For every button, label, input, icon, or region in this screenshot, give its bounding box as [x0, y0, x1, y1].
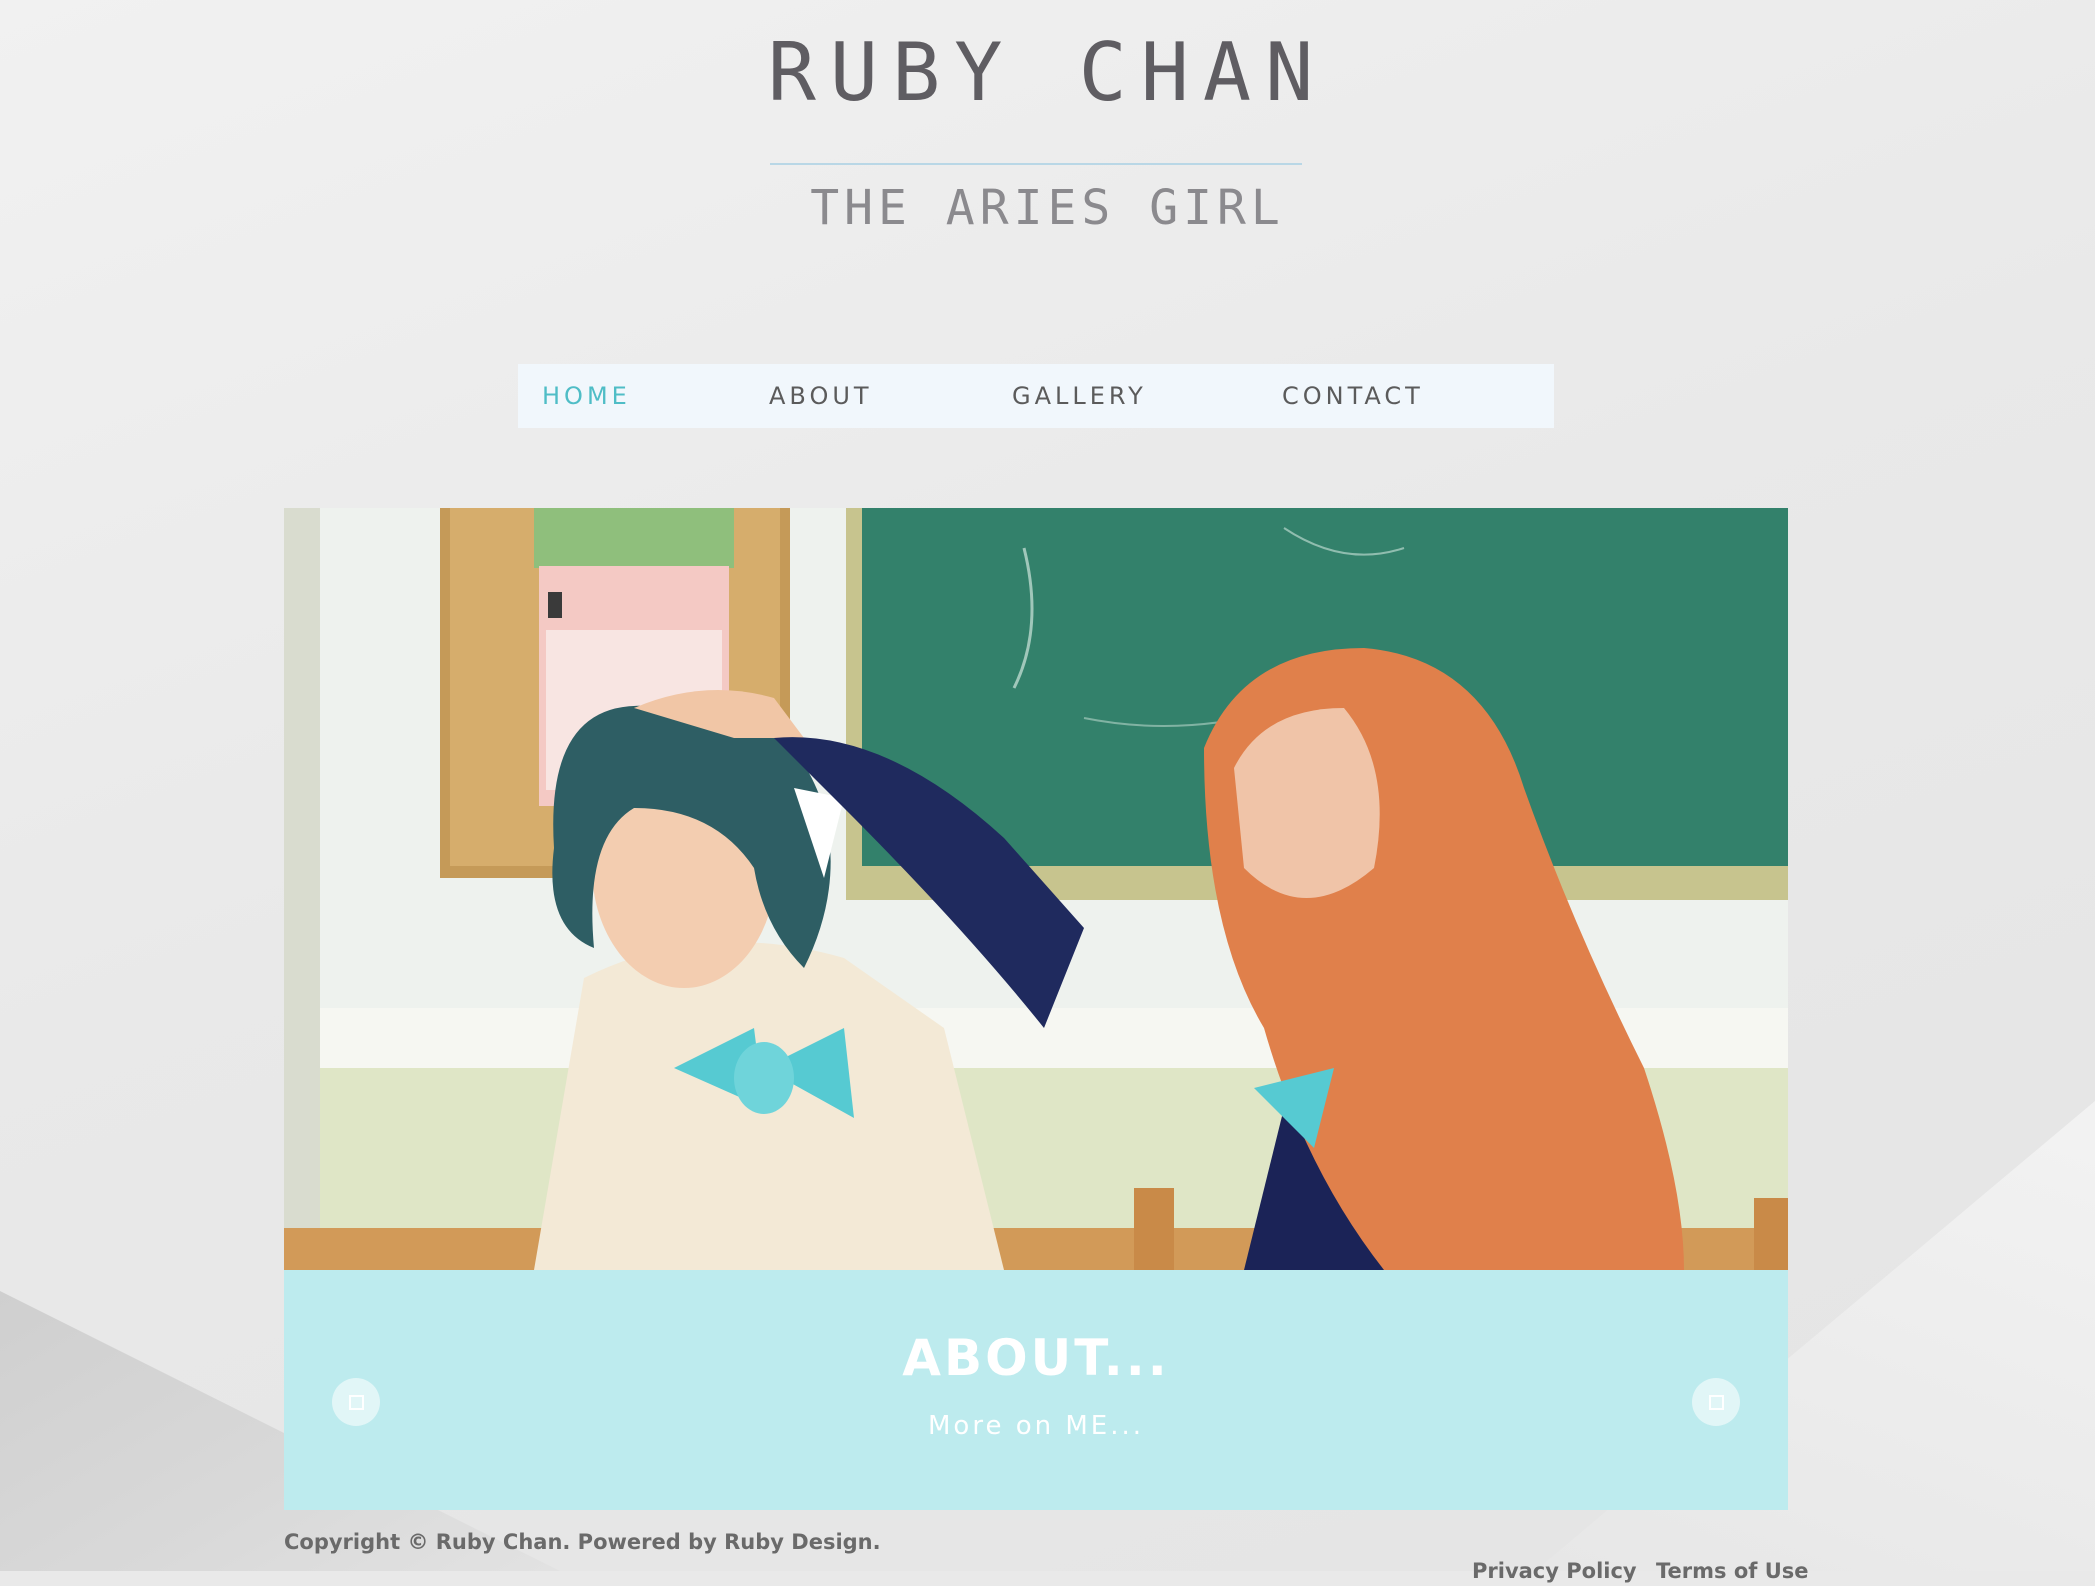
site-title[interactable]: RUBY CHAN	[0, 28, 2095, 118]
slide-caption-panel: ABOUT... More on ME...	[284, 1270, 1788, 1510]
hero-slide-image	[284, 508, 1788, 1270]
next-arrow-icon	[1709, 1395, 1724, 1410]
site-subtitle: THE ARIES GIRL	[810, 180, 1285, 236]
privacy-policy-link[interactable]: Privacy Policy	[1472, 1556, 1637, 1586]
nav-item-home[interactable]: HOME	[542, 364, 631, 428]
nav-item-about[interactable]: ABOUT	[769, 364, 873, 428]
nav-item-contact[interactable]: CONTACT	[1282, 364, 1424, 428]
title-divider	[770, 163, 1302, 165]
copyright-text: Copyright © Ruby Chan. Powered by Ruby D…	[284, 1530, 881, 1554]
caption-title: ABOUT...	[902, 1329, 1170, 1387]
prev-arrow-icon	[349, 1395, 364, 1410]
classroom-photo	[284, 508, 1788, 1270]
main-nav: HOME ABOUT GALLERY CONTACT	[518, 364, 1554, 428]
slider-prev-button[interactable]	[332, 1378, 380, 1426]
caption-subtitle: More on ME...	[927, 1411, 1145, 1441]
terms-of-use-link[interactable]: Terms of Use	[1656, 1556, 1809, 1586]
slider-next-button[interactable]	[1692, 1378, 1740, 1426]
nav-item-gallery[interactable]: GALLERY	[1012, 364, 1147, 428]
